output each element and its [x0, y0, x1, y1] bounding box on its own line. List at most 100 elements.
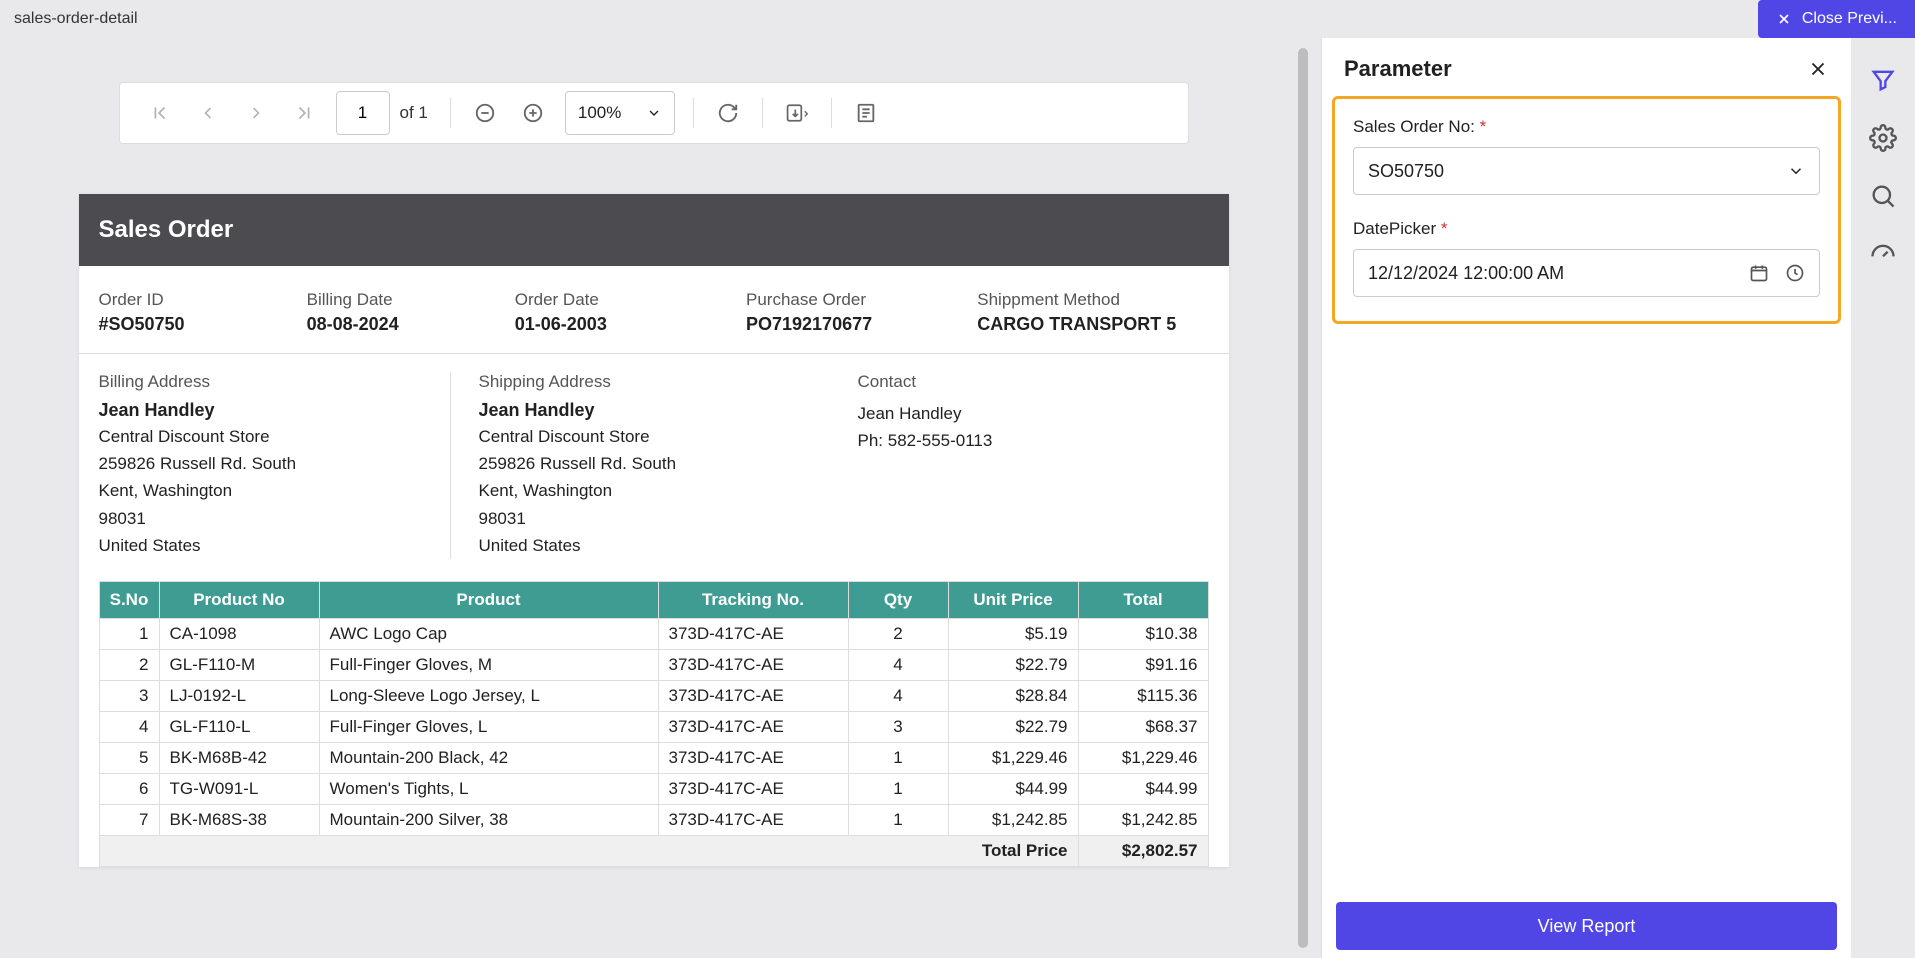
cell-product: AWC Logo Cap	[319, 618, 658, 649]
filter-icon[interactable]	[1869, 66, 1897, 94]
cell-unit: $22.79	[948, 649, 1078, 680]
splitter[interactable]	[1307, 38, 1321, 958]
table-header-row: S.No Product No Product Tracking No. Qty…	[99, 581, 1208, 618]
toolbar-separator	[450, 98, 451, 128]
po-label: Purchase Order	[746, 290, 977, 310]
refresh-button[interactable]	[706, 91, 750, 135]
sales-order-label: Sales Order No: *	[1353, 117, 1820, 137]
cell-tracking: 373D-417C-AE	[658, 804, 848, 835]
zoom-in-button[interactable]	[511, 91, 555, 135]
cell-product-no: GL-F110-L	[159, 711, 319, 742]
app-header: sales-order-detail Close Previ...	[0, 0, 1915, 38]
datepicker-label: DatePicker *	[1353, 219, 1820, 239]
cell-unit: $1,229.46	[948, 742, 1078, 773]
calendar-icon[interactable]	[1749, 263, 1769, 283]
billing-line: 259826 Russell Rd. South	[99, 450, 432, 477]
next-page-button[interactable]	[234, 91, 278, 135]
billing-date-label: Billing Date	[307, 290, 515, 310]
table-row: 2GL-F110-MFull-Finger Gloves, M373D-417C…	[99, 649, 1208, 680]
cell-unit: $1,242.85	[948, 804, 1078, 835]
order-date-value: 01-06-2003	[515, 314, 746, 335]
cell-product: Long-Sleeve Logo Jersey, L	[319, 680, 658, 711]
order-meta-row: Order ID #SO50750 Billing Date 08-08-202…	[79, 266, 1229, 354]
order-date-label: Order Date	[515, 290, 746, 310]
export-button[interactable]	[775, 91, 819, 135]
billing-name: Jean Handley	[99, 400, 432, 421]
close-icon[interactable]	[1807, 58, 1829, 80]
billing-line: 98031	[99, 505, 432, 532]
shipping-line: Kent, Washington	[479, 477, 812, 504]
cell-qty: 1	[848, 742, 948, 773]
order-id-value: #SO50750	[99, 314, 307, 335]
billing-line: Central Discount Store	[99, 423, 432, 450]
print-layout-button[interactable]	[844, 91, 888, 135]
total-value: $2,802.57	[1078, 835, 1208, 866]
th-total: Total	[1078, 581, 1208, 618]
app-title: sales-order-detail	[14, 10, 138, 28]
zoom-value: 100%	[578, 103, 621, 123]
zoom-out-button[interactable]	[463, 91, 507, 135]
zoom-select[interactable]: 100%	[565, 91, 675, 135]
first-page-button[interactable]	[138, 91, 182, 135]
th-sno: S.No	[99, 581, 159, 618]
cell-sno: 3	[99, 680, 159, 711]
th-product: Product	[319, 581, 658, 618]
gauge-icon[interactable]	[1869, 240, 1897, 268]
th-unit: Unit Price	[948, 581, 1078, 618]
page-total-label: of 1	[400, 103, 428, 123]
cell-product-no: BK-M68S-38	[159, 804, 319, 835]
cell-qty: 1	[848, 773, 948, 804]
cell-product-no: CA-1098	[159, 618, 319, 649]
close-icon	[1776, 11, 1792, 27]
po-value: PO7192170677	[746, 314, 977, 335]
cell-tracking: 373D-417C-AE	[658, 742, 848, 773]
last-page-button[interactable]	[282, 91, 326, 135]
cell-total: $1,242.85	[1078, 804, 1208, 835]
cell-unit: $44.99	[948, 773, 1078, 804]
sales-order-select[interactable]: SO50750	[1353, 147, 1820, 195]
cell-product: Women's Tights, L	[319, 773, 658, 804]
cell-total: $68.37	[1078, 711, 1208, 742]
cell-qty: 3	[848, 711, 948, 742]
report-page: Sales Order Order ID #SO50750 Billing Da…	[79, 194, 1229, 867]
cell-unit: $22.79	[948, 711, 1078, 742]
clock-icon[interactable]	[1785, 263, 1805, 283]
address-row: Billing Address Jean Handley Central Dis…	[79, 354, 1229, 581]
datepicker-input[interactable]: 12/12/2024 12:00:00 AM	[1353, 249, 1820, 297]
billing-address-heading: Billing Address	[99, 372, 432, 392]
cell-total: $44.99	[1078, 773, 1208, 804]
cell-product-no: LJ-0192-L	[159, 680, 319, 711]
search-icon[interactable]	[1869, 182, 1897, 210]
shipping-line: Central Discount Store	[479, 423, 812, 450]
contact-heading: Contact	[858, 372, 1191, 392]
th-product-no: Product No	[159, 581, 319, 618]
cell-product: Full-Finger Gloves, L	[319, 711, 658, 742]
cell-product: Mountain-200 Black, 42	[319, 742, 658, 773]
cell-sno: 6	[99, 773, 159, 804]
cell-total: $10.38	[1078, 618, 1208, 649]
cell-product: Full-Finger Gloves, M	[319, 649, 658, 680]
cell-total: $115.36	[1078, 680, 1208, 711]
table-row: 3LJ-0192-LLong-Sleeve Logo Jersey, L373D…	[99, 680, 1208, 711]
table-row: 4GL-F110-LFull-Finger Gloves, L373D-417C…	[99, 711, 1208, 742]
chevron-down-icon	[1787, 162, 1805, 180]
cell-qty: 1	[848, 804, 948, 835]
parameter-title: Parameter	[1344, 56, 1452, 82]
page-number-input[interactable]	[336, 91, 390, 135]
viewer-scrollbar[interactable]	[1298, 48, 1308, 948]
shipping-address-heading: Shipping Address	[479, 372, 812, 392]
cell-sno: 4	[99, 711, 159, 742]
view-report-button[interactable]: View Report	[1336, 902, 1837, 950]
close-preview-label: Close Previ...	[1802, 10, 1897, 28]
billing-date-value: 08-08-2024	[307, 314, 515, 335]
prev-page-button[interactable]	[186, 91, 230, 135]
cell-product-no: BK-M68B-42	[159, 742, 319, 773]
cell-tracking: 373D-417C-AE	[658, 680, 848, 711]
cell-sno: 7	[99, 804, 159, 835]
cell-tracking: 373D-417C-AE	[658, 711, 848, 742]
items-table: S.No Product No Product Tracking No. Qty…	[99, 581, 1209, 867]
gear-icon[interactable]	[1869, 124, 1897, 152]
cell-qty: 2	[848, 618, 948, 649]
billing-line: Kent, Washington	[99, 477, 432, 504]
close-preview-button[interactable]: Close Previ...	[1758, 0, 1915, 38]
